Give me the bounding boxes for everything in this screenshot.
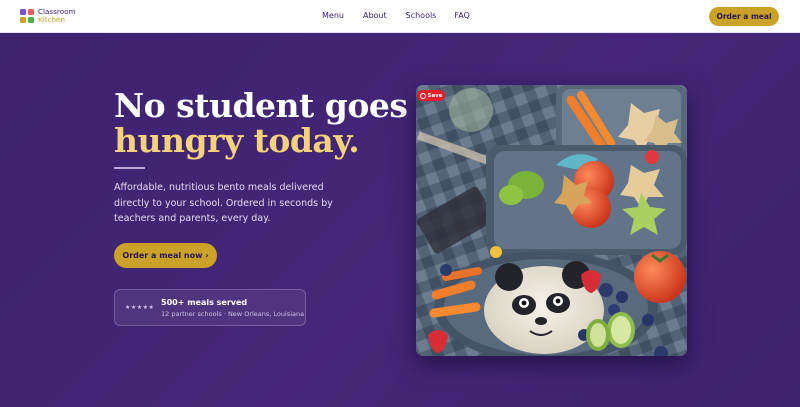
hero-title-line2: hungry today. <box>114 121 360 160</box>
brand-name: Classroom Kitchen <box>38 8 76 24</box>
save-label: Save <box>427 92 443 99</box>
bento-illustration <box>416 85 687 356</box>
hero-order-button[interactable]: Order a meal now › <box>114 243 217 268</box>
nav-order-button[interactable]: Order a meal <box>709 7 779 26</box>
hero-divider <box>114 167 145 169</box>
nav-link-schools[interactable]: Schools <box>406 11 437 20</box>
pinterest-save-button[interactable]: Save <box>417 90 445 101</box>
hero-title-line1: No student goes <box>114 86 408 125</box>
pinterest-icon <box>419 92 426 99</box>
top-nav: Classroom Kitchen Menu About Schools FAQ… <box>0 0 800 33</box>
nav-link-about[interactable]: About <box>363 11 387 20</box>
nav-link-menu[interactable]: Menu <box>322 11 344 20</box>
stats-subtitle: 12 partner schools · New Orleans, Louisi… <box>161 310 305 318</box>
brand-logo[interactable]: Classroom Kitchen <box>20 8 76 24</box>
nav-link-faq[interactable]: FAQ <box>454 11 470 20</box>
brand-name-line2: Kitchen <box>38 15 66 24</box>
stats-title: 500+ meals served <box>161 298 248 307</box>
nav-links: Menu About Schools FAQ <box>322 11 470 20</box>
hero-description: Affordable, nutritious bento meals deliv… <box>114 182 333 224</box>
bento-photo <box>416 85 687 356</box>
stats-card: ★★★★★ 500+ meals served 12 partner schoo… <box>114 289 306 326</box>
rating-stars-icon: ★★★★★ <box>125 304 155 311</box>
logo-mark-icon <box>20 9 34 23</box>
